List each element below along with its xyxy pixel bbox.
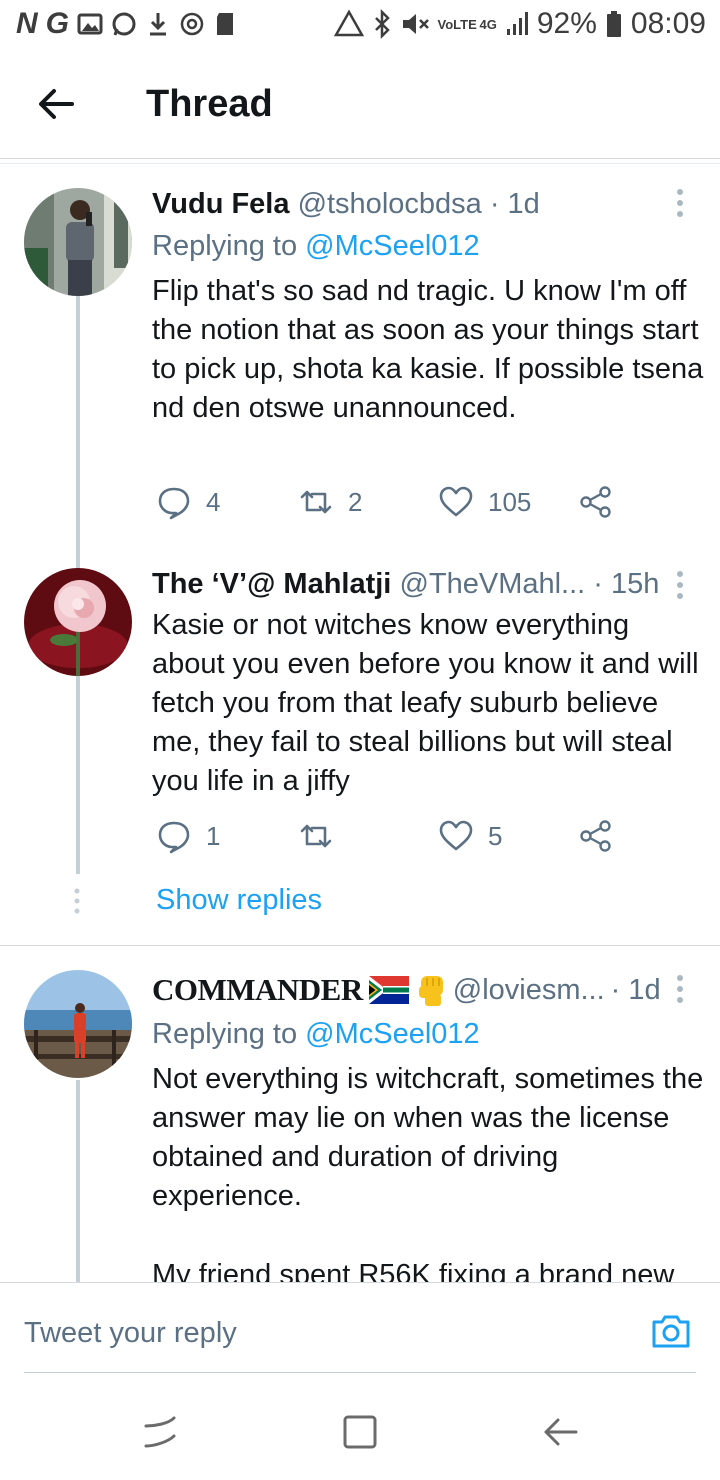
status-letter-g: G [45,7,70,40]
avatar[interactable] [24,970,132,1078]
retweet-count: 2 [348,486,363,517]
tweet-actions: 1 5 [152,818,632,858]
tweet-header: The ‘V’@ Mahlatji @TheVMahl... · 15h [152,566,659,602]
reply-composer: Tweet your reply [0,1282,720,1378]
clock: 08:09 [630,7,706,40]
back-arrow-icon[interactable] [34,82,78,126]
sd-card-icon [217,13,234,35]
retweet-icon [300,824,332,848]
tweet-header: COMMANDER @loviesm... · 1d [152,972,661,1008]
reply-count: 4 [206,486,221,517]
network-type: 4G [479,16,497,32]
share-icon [580,820,611,852]
download-icon [150,13,167,36]
status-letter-n: N [16,7,38,40]
data-saver-icon [333,9,364,37]
mute-icon [402,14,429,34]
sync-icon [180,12,204,36]
recent-apps-icon[interactable] [140,1412,180,1452]
share-button[interactable] [578,484,614,520]
tweet[interactable]: COMMANDER @loviesm... · 1d Replying to @… [0,946,720,1282]
heart-icon [439,820,473,851]
replying-to-handle[interactable]: @McSeel012 [305,1018,480,1050]
like-count: 5 [488,820,503,851]
retweet-icon [300,490,332,514]
author-handle[interactable]: @loviesm... [453,972,605,1008]
share-button[interactable] [578,818,614,854]
bluetooth-icon [374,9,390,39]
replying-to-handle[interactable]: @McSeel012 [305,230,480,262]
signal-icon [506,12,528,35]
whatsapp-icon [112,12,136,36]
avatar[interactable] [24,568,132,676]
share-icon [580,486,611,518]
tweet-time: · 1d [610,974,661,1006]
more-replies-dots-icon [74,888,80,914]
tweet[interactable]: The ‘V’@ Mahlatji @TheVMahl... · 15h Kas… [0,542,720,946]
reply-button[interactable]: 4 [156,484,220,520]
tweet-text: Kasie or not witches know everything abo… [152,609,699,797]
tweet[interactable]: Vudu Fela @tsholocbdsa · 1d Replying to … [0,164,720,586]
like-button[interactable]: 105 [438,484,531,520]
navigation-bar [0,1384,720,1480]
retweet-button[interactable]: 2 [298,484,362,520]
reply-button[interactable]: 1 [156,818,220,854]
gallery-icon [77,13,103,35]
reply-icon [158,487,190,520]
tweet-time: · 1d [489,188,540,220]
back-nav-icon[interactable] [540,1412,580,1452]
author-name[interactable]: COMMANDER [152,972,363,1008]
volte-label: VoLTE [437,16,477,32]
author-name[interactable]: The ‘V’@ Mahlatji [152,568,391,600]
home-icon[interactable] [340,1412,380,1452]
author-handle[interactable]: @tsholocbdsa [298,188,482,220]
battery-percent: 92% [536,7,597,40]
more-options-icon[interactable] [676,188,684,218]
tweet-text-continued: My friend spent R56K fixing a brand new [152,1259,675,1282]
replying-to-label: Replying to [152,230,298,262]
reply-count: 1 [206,820,221,851]
reply-input-underline [24,1372,696,1373]
thread-line [76,674,80,874]
south-africa-flag-icon [368,976,409,1004]
tweet-text: Not everything is witchcraft, sometimes … [152,1063,704,1212]
camera-icon[interactable] [650,1311,692,1351]
like-button[interactable]: 5 [438,818,502,854]
replying-to: Replying to @McSeel012 [152,228,480,264]
author-name[interactable]: Vudu Fela [152,188,290,220]
tweet-text: Flip that's so sad nd tragic. U know I'm… [152,275,704,424]
replying-to-label: Replying to [152,1018,298,1050]
battery-icon [606,11,621,37]
status-bar: N G VoLTE 4G 92% 08:09 [0,0,720,50]
more-options-icon[interactable] [676,570,684,600]
like-count: 105 [488,486,532,517]
avatar[interactable] [24,188,132,296]
raised-fist-icon [418,976,443,1006]
tweet-reply-input[interactable]: Tweet your reply [24,1315,237,1351]
page-title: Thread [146,83,273,125]
heart-icon [439,486,473,517]
author-handle[interactable]: @TheVMahl... [399,568,585,600]
retweet-button[interactable] [298,818,348,854]
tweet-time: · 15h [593,568,660,600]
thread-line [76,1080,80,1282]
more-options-icon[interactable] [676,974,684,1004]
header-divider [0,158,720,159]
tweet-header: Vudu Fela @tsholocbdsa · 1d [152,186,540,222]
show-replies-link[interactable]: Show replies [156,882,322,918]
replying-to: Replying to @McSeel012 [152,1016,480,1052]
tweet-actions: 4 2 105 [152,484,632,524]
reply-icon [158,821,190,854]
header: Thread [0,52,720,158]
